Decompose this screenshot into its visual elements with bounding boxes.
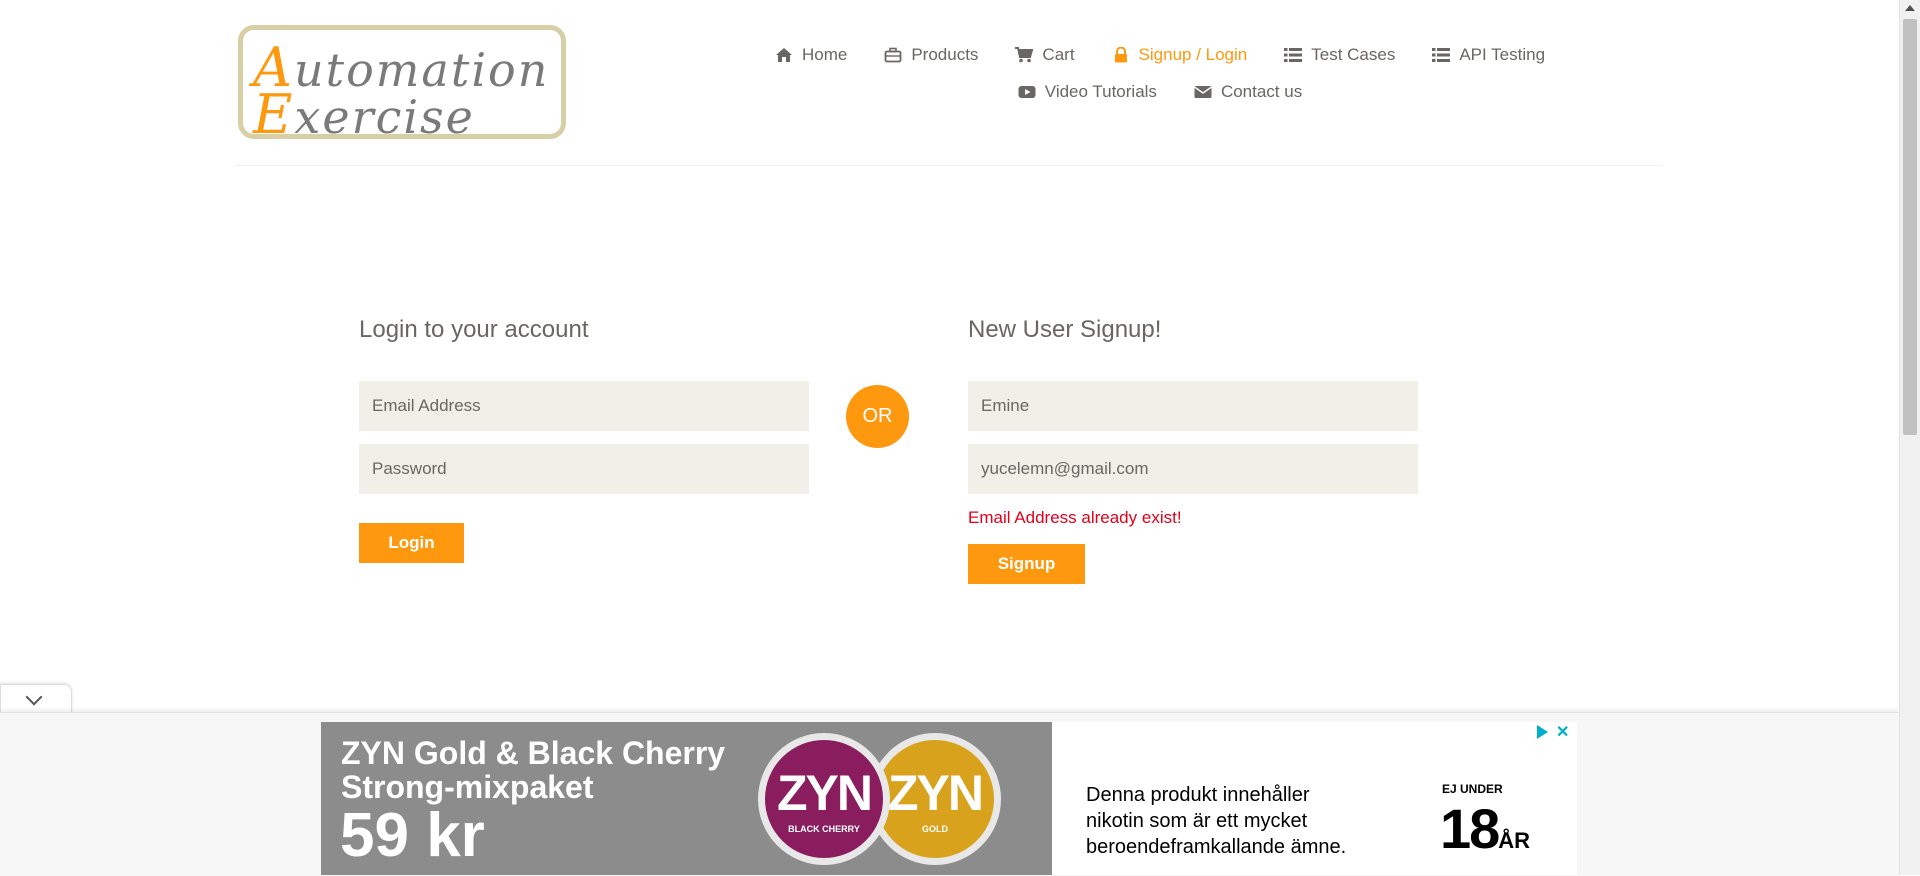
cart-icon [1015,46,1034,62]
ad-warning-text: Denna produkt innehåller nikotin som är … [1086,782,1346,860]
login-password-input[interactable] [359,444,809,494]
can-brand: ZYN [888,765,984,821]
list-icon [1284,47,1303,62]
scroll-up-arrow-icon[interactable] [1905,5,1915,11]
header-divider [236,165,1661,166]
nav-row-2: Video Tutorials Contact us [730,73,1590,110]
close-icon[interactable]: ✕ [1556,722,1569,742]
nav-contact-us-label: Contact us [1220,81,1303,101]
login-email-input[interactable] [359,381,809,431]
can-flavor: GOLD [922,824,948,834]
can-flavor: BLACK CHERRY [788,824,860,834]
age-limit-prefix: EJ UNDER [1442,782,1503,796]
nav-video-tutorials[interactable]: Video Tutorials [1018,82,1157,102]
login-title: Login to your account [359,316,589,343]
age-limit-number: 18 [1440,797,1500,860]
nav-signup-login[interactable]: Signup / Login [1112,44,1248,65]
nav-row-1: Home Products Cart Signup / Login Test C… [730,36,1590,73]
ad-headline: ZYN Gold & Black Cherry Strong-mixpaket [341,736,725,804]
logo-line-2: Exercise [253,83,475,146]
can-brand: ZYN [777,765,873,821]
nav-video-tutorials-label: Video Tutorials [1044,81,1157,101]
ad-warning-line-1: Denna produkt innehåller [1086,784,1310,806]
chevron-down-icon [25,688,43,706]
page-scrollbar[interactable] [1899,0,1920,875]
scrollbar-thumb[interactable] [1903,19,1917,435]
signup-title: New User Signup! [968,316,1162,343]
envelope-icon [1194,85,1212,98]
main-nav: Home Products Cart Signup / Login Test C… [730,36,1590,110]
nav-products[interactable]: Products [884,45,978,65]
signup-error-message: Email Address already exist! [968,508,1182,527]
ad-headline-line-1: ZYN Gold & Black Cherry [341,735,726,771]
signup-button[interactable]: Signup [968,544,1085,584]
nav-contact-us[interactable]: Contact us [1194,82,1302,102]
nav-api-testing[interactable]: API Testing [1432,45,1545,65]
ad-choices[interactable]: ✕ [1537,722,1569,742]
briefcase-icon [884,47,902,62]
or-divider-badge: OR [846,385,909,448]
signup-email-input[interactable] [968,444,1418,494]
ad-warning-line-3: beroendeframkallande ämne. [1086,836,1347,858]
nav-products-label: Products [911,44,979,64]
ad-warning-panel: Denna produkt innehåller nikotin som är … [1052,722,1577,875]
ad-headline-line-2: Strong-mixpaket [341,769,594,805]
home-icon [775,47,792,62]
ad-price: 59 kr [340,801,485,870]
nav-test-cases-label: Test Cases [1311,44,1396,64]
ad-warning-line-2: nikotin som är ett mycket [1086,810,1308,832]
nav-api-testing-label: API Testing [1459,44,1546,64]
age-limit-badge: 18ÅR [1440,796,1530,861]
nav-cart-label: Cart [1042,44,1075,64]
nav-home-label: Home [801,44,848,64]
lock-icon [1114,46,1127,62]
login-button[interactable]: Login [359,523,464,563]
ad-creative[interactable]: ZYN Gold & Black Cherry Strong-mixpaket … [321,722,1052,875]
nav-home[interactable]: Home [775,45,847,65]
signup-name-input[interactable] [968,381,1418,431]
site-logo[interactable]: Automation Exercise [238,25,566,146]
list-icon [1432,47,1451,62]
ad-collapse-tab[interactable] [0,684,72,713]
nav-signup-login-label: Signup / Login [1138,44,1248,64]
nav-cart[interactable]: Cart [1015,44,1075,65]
product-can-black-cherry: ZYN BLACK CHERRY [758,733,890,865]
age-limit-suffix: ÅR [1498,828,1531,853]
nav-test-cases[interactable]: Test Cases [1284,45,1395,65]
adchoices-icon[interactable] [1537,725,1548,739]
youtube-play-icon [1018,85,1036,98]
